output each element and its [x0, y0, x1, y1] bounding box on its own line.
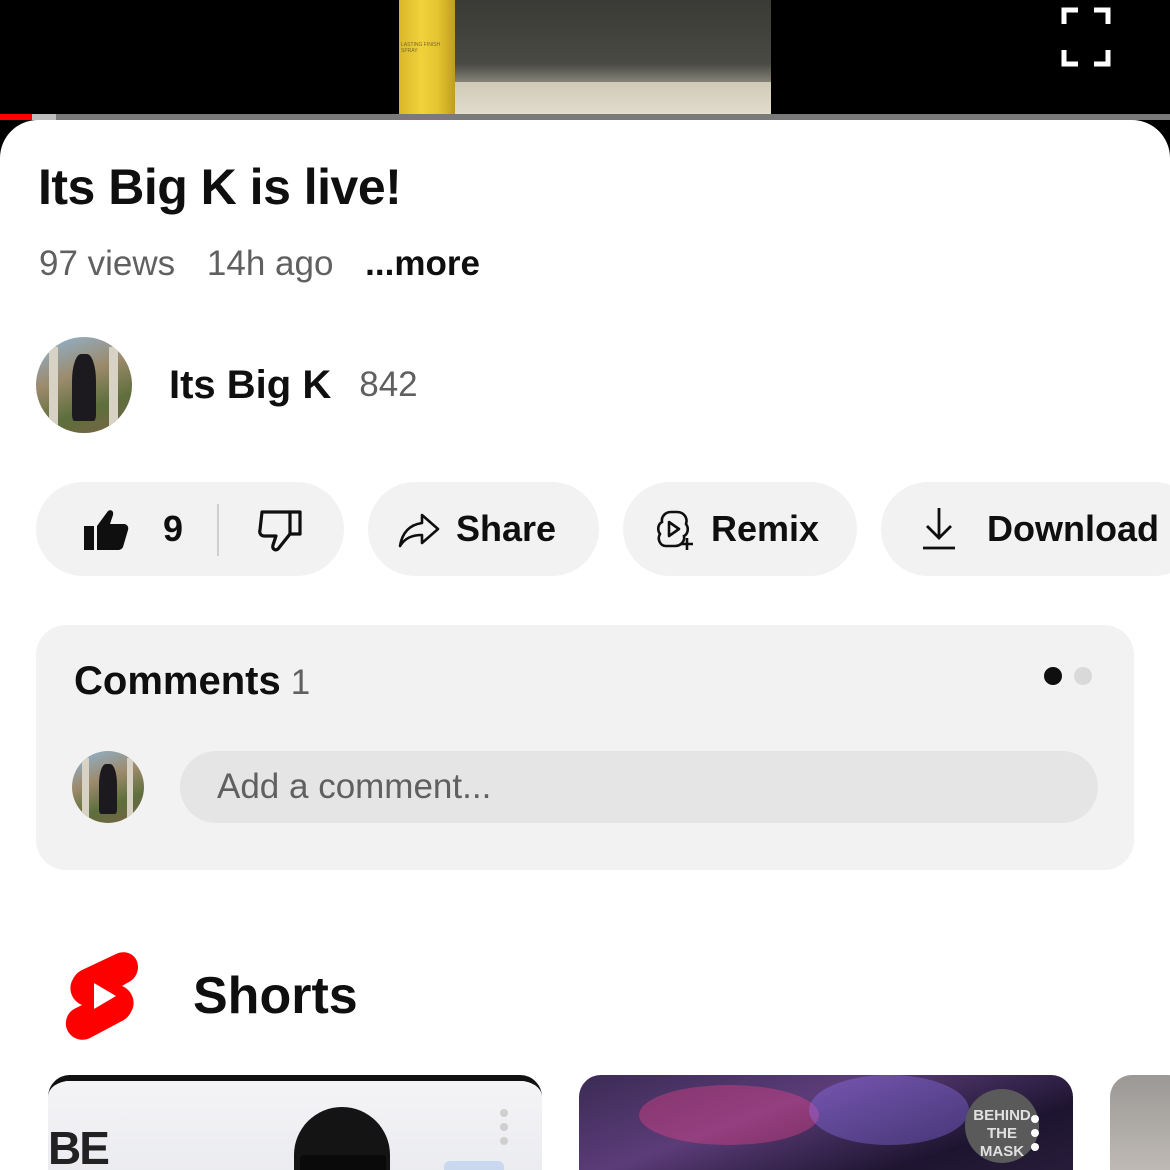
comments-label: Comments	[74, 659, 281, 703]
video-meta: 97 views 14h ago ...more	[39, 244, 502, 284]
comments-teaser[interactable]: Comments 1	[36, 625, 1134, 870]
like-icon[interactable]	[82, 508, 130, 552]
share-icon	[398, 513, 440, 548]
short-thumbnail[interactable]: BE	[48, 1075, 542, 1170]
video-bottle: LASTING FINISH SPRAY	[399, 0, 455, 116]
thumbnail-badge: BEHIND THE MASK	[965, 1089, 1039, 1163]
page-dot-active	[1044, 667, 1062, 685]
comments-count: 1	[290, 663, 311, 702]
shorts-section-title: Shorts	[193, 967, 358, 1025]
download-button[interactable]: Download	[881, 482, 1170, 576]
user-avatar	[72, 751, 144, 823]
video-title: Its Big K is live!	[38, 159, 402, 215]
like-dislike-chip: 9	[36, 482, 344, 576]
share-button[interactable]: Share	[368, 482, 599, 576]
like-divider	[217, 504, 219, 556]
app-screen: LASTING FINISH SPRAY Its Big K is live! …	[0, 0, 1170, 1170]
upload-age: 14h ago	[206, 244, 334, 283]
subscriber-count: 842	[359, 365, 418, 404]
video-player[interactable]: LASTING FINISH SPRAY	[0, 0, 1170, 120]
remix-button[interactable]: Remix	[623, 482, 857, 576]
like-count: 9	[163, 508, 184, 549]
shorts-logo-icon	[65, 952, 138, 1040]
short-thumbnail[interactable]: BEHIND THE MASK	[579, 1075, 1073, 1170]
download-icon	[923, 508, 955, 550]
channel-avatar[interactable]	[36, 337, 132, 433]
bottle-label: LASTING FINISH SPRAY	[401, 42, 441, 54]
short-thumbnail[interactable]	[1110, 1075, 1170, 1170]
channel-row[interactable]: Its Big K 842	[36, 336, 418, 434]
add-comment-input[interactable]	[180, 751, 1098, 823]
thumbnail-letters: BE	[48, 1122, 110, 1170]
remix-icon	[656, 510, 693, 550]
watch-metadata-sheet: Its Big K is live! 97 views 14h ago ...m…	[0, 120, 1170, 1170]
progress-fill	[0, 114, 32, 120]
action-bar: 9 Share Remix Download	[36, 482, 1170, 576]
remix-label: Remix	[711, 508, 820, 549]
more-link[interactable]: ...more	[365, 244, 480, 283]
comments-heading: Comments 1	[74, 659, 310, 704]
view-count: 97 views	[39, 244, 176, 283]
page-dot-inactive	[1074, 667, 1092, 685]
channel-name[interactable]: Its Big K	[169, 363, 331, 408]
fullscreen-icon[interactable]	[1060, 6, 1112, 68]
comments-page-indicator	[1044, 667, 1092, 685]
download-label: Download	[987, 508, 1159, 549]
more-vert-icon[interactable]	[1030, 1115, 1040, 1159]
share-label: Share	[456, 508, 557, 549]
video-frame: LASTING FINISH SPRAY	[399, 0, 771, 116]
more-vert-icon[interactable]	[499, 1109, 509, 1153]
dislike-icon[interactable]	[256, 508, 304, 552]
